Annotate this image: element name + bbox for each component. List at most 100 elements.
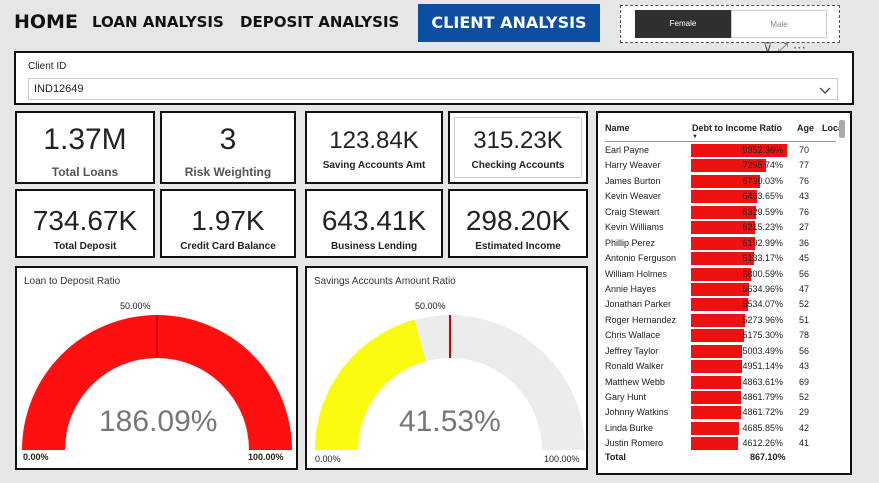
row-age: 27: [799, 222, 810, 233]
table-row[interactable]: Ronald Walker 4951.14% 43: [605, 359, 841, 374]
row-name: Earl Payne: [605, 145, 650, 155]
row-age: 52: [799, 299, 810, 310]
savings-target-label: 50.00%: [415, 301, 446, 311]
row-age: 36: [799, 237, 810, 248]
chevron-down-icon[interactable]: [819, 82, 831, 102]
loan-deposit-target-label: 50.00%: [120, 301, 151, 311]
row-ratio: 4951.14%: [742, 361, 783, 372]
table-row[interactable]: Gary Hunt 4861.79% 52: [605, 390, 841, 405]
table-row[interactable]: Kevin Weaver 6463.65% 43: [605, 189, 841, 204]
table-row[interactable]: Phillip Perez 6192.99% 36: [605, 236, 841, 251]
table-row[interactable]: Antonio Ferguson 6133.17% 45: [605, 251, 841, 266]
row-age: 78: [799, 330, 810, 341]
row-age: 43: [799, 191, 810, 202]
savings-gauge-min: 0.00%: [315, 454, 341, 464]
client-id-dropdown[interactable]: IND12649: [28, 78, 838, 100]
savings-gauge-panel: Savings Accounts Amount Ratio 50.00% 41.…: [305, 266, 588, 470]
saving-accounts-card: 123.84K Saving Accounts Amt: [305, 111, 443, 184]
savings-gauge-max: 100.00%: [544, 454, 580, 464]
row-age: 69: [799, 376, 810, 387]
row-name: Justin Romero: [605, 438, 664, 449]
row-ratio: 6463.65%: [742, 191, 783, 202]
row-age: 56: [799, 345, 810, 356]
risk-weighting-label: Risk Weighting: [184, 165, 272, 179]
total-label: Total: [605, 452, 626, 462]
loan-deposit-gauge: [22, 315, 292, 450]
table-row[interactable]: James Burton 6720.03% 76: [605, 174, 841, 189]
row-age: 42: [799, 422, 810, 433]
row-name: Johnny Watkins: [605, 407, 669, 418]
table-row[interactable]: Roger Hernandez 5273.96% 51: [605, 313, 841, 328]
row-name: Craig Stewart: [605, 206, 660, 217]
loan-deposit-gauge-panel: Loan to Deposit Ratio 50.00% 186.09% 0.0…: [15, 266, 298, 470]
column-header-age[interactable]: Age: [797, 123, 814, 133]
estimated-income-card: 298.20K Estimated Income: [448, 189, 588, 258]
row-name: Ronald Walker: [605, 361, 664, 372]
row-ratio: 6192.99%: [742, 237, 783, 248]
table-row[interactable]: Matthew Webb 4863.61% 69: [605, 375, 841, 390]
row-name: Matthew Webb: [605, 376, 665, 387]
table-row[interactable]: Linda Burke 4685.85% 42: [605, 421, 841, 436]
checking-accounts-label: Checking Accounts: [471, 160, 565, 171]
table-rows: Earl Payne 9352.36% 70 Harry Weaver 7295.74%…: [605, 143, 841, 452]
business-lending-value: 643.41K: [321, 205, 427, 236]
row-age: 29: [799, 407, 810, 418]
row-name: Annie Hayes: [605, 283, 657, 294]
table-row[interactable]: Annie Hayes 5634.96% 47: [605, 282, 841, 297]
nav-deposit-analysis[interactable]: DEPOSIT ANALYSIS: [240, 0, 399, 44]
business-lending-label: Business Lending: [330, 241, 418, 252]
row-age: 70: [799, 145, 810, 155]
row-age: 45: [799, 253, 810, 264]
checking-accounts-card: 315.23K Checking Accounts: [448, 111, 588, 184]
table-row[interactable]: Jonathan Parker 5534.07% 52: [605, 297, 841, 312]
row-age: 56: [799, 268, 810, 279]
table-row[interactable]: Earl Payne 9352.36% 70: [605, 143, 841, 158]
client-id-label: Client ID: [28, 61, 67, 72]
table-scrollbar[interactable]: [839, 120, 845, 138]
business-lending-card: 643.41K Business Lending: [305, 189, 443, 258]
nav-client-analysis[interactable]: CLIENT ANALYSIS: [418, 4, 600, 42]
row-ratio: 6215.23%: [742, 222, 783, 233]
row-name: Jonathan Parker: [605, 299, 672, 310]
column-header-name[interactable]: Name: [605, 123, 630, 133]
header-divider: [605, 141, 836, 142]
row-name: Antonio Ferguson: [605, 253, 677, 264]
total-deposit-label: Total Deposit: [53, 241, 117, 252]
row-age: 76: [799, 175, 810, 186]
table-row[interactable]: Jeffrey Taylor 5003.49% 56: [605, 344, 841, 359]
sort-descending-icon: ▼: [692, 134, 698, 140]
table-row[interactable]: William Holmes 5800.59% 56: [605, 267, 841, 282]
row-ratio: 4863.61%: [742, 376, 783, 387]
row-ratio: 5273.96%: [742, 314, 783, 325]
table-row[interactable]: Craig Stewart 6329.59% 76: [605, 205, 841, 220]
total-loans-card: 1.37M Total Loans: [15, 111, 155, 184]
column-header-ratio[interactable]: Debt to Income Ratio: [692, 123, 782, 133]
row-age: 47: [799, 283, 810, 294]
nav-loan-analysis[interactable]: LOAN ANALYSIS: [92, 0, 224, 44]
gender-male-button[interactable]: Male: [731, 10, 827, 38]
row-age: 52: [799, 392, 810, 402]
gender-female-button[interactable]: Female: [635, 10, 731, 38]
row-name: Roger Hernandez: [605, 314, 677, 325]
row-ratio: 6133.17%: [742, 253, 783, 264]
row-age: 77: [799, 160, 810, 171]
table-row[interactable]: Chris Wallace 5175.30% 78: [605, 328, 841, 343]
savings-gauge: [315, 315, 585, 450]
total-loans-value: 1.37M: [43, 123, 127, 156]
estimated-income-label: Estimated Income: [475, 241, 561, 252]
row-ratio: 4685.85%: [742, 422, 783, 433]
row-ratio: 5634.96%: [742, 283, 783, 294]
loan-deposit-gauge-min: 0.00%: [23, 452, 49, 462]
nav-home[interactable]: HOME: [14, 0, 78, 44]
client-id-value: IND12649: [34, 83, 84, 95]
loan-deposit-gauge-value: 186.09%: [99, 405, 218, 438]
row-age: 76: [799, 206, 810, 217]
saving-accounts-value: 123.84K: [329, 127, 419, 154]
row-ratio: 7295.74%: [742, 160, 783, 171]
table-row[interactable]: Johnny Watkins 4861.72% 29: [605, 405, 841, 420]
credit-card-balance-value: 1.97K: [191, 205, 265, 236]
table-row[interactable]: Kevin Williams 6215.23% 27: [605, 220, 841, 235]
risk-weighting-card: 3 Risk Weighting: [160, 111, 296, 184]
table-row[interactable]: Harry Weaver 7295.74% 77: [605, 158, 841, 173]
table-row[interactable]: Justin Romero 4612.26% 41: [605, 436, 841, 451]
